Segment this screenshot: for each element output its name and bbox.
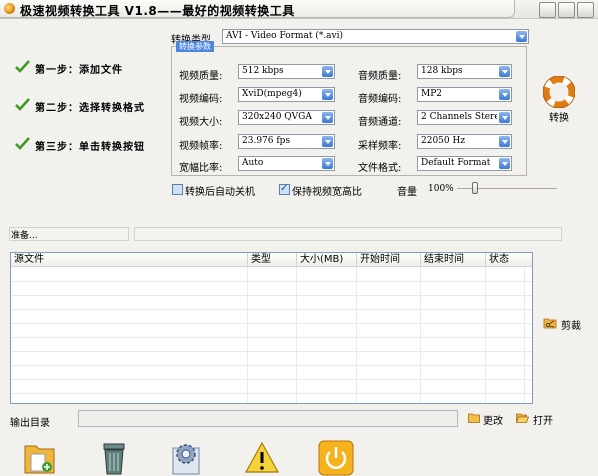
file-list[interactable]: 源文件 类型 大小(MB) 开始时间 结束时间 状态 — [10, 252, 533, 404]
power-icon[interactable] — [318, 440, 354, 476]
volume-label: 音量 — [397, 187, 417, 198]
video-quality-select[interactable]: 512 kbps — [238, 64, 335, 79]
sample-rate-label: 采样频率: — [358, 141, 402, 152]
shutdown-checkbox[interactable] — [172, 184, 183, 195]
open-folder-icon — [516, 413, 529, 423]
maximize-button[interactable] — [558, 2, 575, 18]
column-header-status[interactable]: 状态 — [486, 253, 532, 267]
convert-type-select[interactable]: AVI - Video Format (*.avi) — [222, 29, 529, 44]
params-legend: 转换参数 — [176, 41, 214, 52]
video-quality-label: 视频质量: — [179, 71, 223, 82]
column-header-source[interactable]: 源文件 — [11, 253, 248, 267]
audio-codec-label: 音频编码: — [358, 94, 402, 105]
column-header-size[interactable]: 大小(MB) — [297, 253, 357, 267]
volume-value: 100% — [428, 184, 454, 194]
audio-channels-label: 音频通道: — [358, 117, 402, 128]
status-text: 准备... — [11, 231, 38, 241]
minimize-button[interactable] — [539, 2, 556, 18]
volume-slider[interactable] — [472, 182, 478, 194]
scissors-folder-icon — [543, 318, 557, 329]
chevron-down-icon — [499, 89, 510, 100]
trash-icon[interactable] — [96, 440, 132, 476]
close-button[interactable] — [577, 2, 594, 18]
output-dir-label: 输出目录 — [10, 418, 50, 429]
app-logo-icon — [4, 3, 15, 14]
output-dir-input[interactable] — [78, 410, 458, 427]
chevron-down-icon — [499, 136, 510, 147]
video-size-label: 视频大小: — [179, 117, 223, 128]
gear-icon[interactable] — [168, 440, 204, 476]
keep-aspect-label: 保持视频宽高比 — [292, 187, 362, 198]
video-size-select[interactable]: 320x240 QVGA — [238, 110, 335, 125]
column-header-start[interactable]: 开始时间 — [357, 253, 421, 267]
aspect-ratio-select[interactable]: Auto — [238, 156, 335, 171]
video-codec-label: 视频编码: — [179, 94, 223, 105]
warning-icon[interactable] — [244, 440, 280, 476]
file-format-select[interactable]: Default Format — [417, 156, 512, 171]
video-fps-label: 视频帧率: — [179, 141, 223, 152]
column-header-type[interactable]: 类型 — [248, 253, 297, 267]
chevron-down-icon — [499, 158, 510, 169]
chevron-down-icon — [322, 112, 333, 123]
chevron-down-icon — [322, 89, 333, 100]
audio-quality-label: 音频质量: — [358, 71, 402, 82]
step-3-label: 第三步：单击转换按钮 — [35, 142, 145, 153]
audio-codec-select[interactable]: MP2 — [417, 87, 512, 102]
step-1-label: 第一步：添加文件 — [35, 65, 123, 76]
folder-add-icon[interactable] — [22, 440, 58, 476]
chevron-down-icon — [499, 112, 510, 123]
checkmark-icon — [15, 137, 30, 150]
open-dir-button[interactable]: 打开 — [516, 411, 556, 427]
chevron-down-icon — [322, 158, 333, 169]
change-dir-button[interactable]: 更改 — [468, 411, 508, 427]
video-codec-select[interactable]: XviD(mpeg4) — [238, 87, 335, 102]
sample-rate-select[interactable]: 22050 Hz — [417, 134, 512, 149]
cut-button[interactable]: 剪裁 — [543, 316, 587, 332]
aspect-ratio-label: 宽幅比率: — [179, 163, 223, 174]
video-fps-select[interactable]: 23.976 fps — [238, 134, 335, 149]
convert-button[interactable]: 转换 — [541, 76, 577, 124]
chevron-down-icon — [499, 66, 510, 77]
checkmark-icon — [15, 98, 30, 111]
audio-quality-select[interactable]: 128 kbps — [417, 64, 512, 79]
folder-icon — [468, 413, 480, 423]
lifebuoy-icon — [543, 76, 575, 108]
file-format-label: 文件格式: — [358, 163, 402, 174]
window-title: 极速视频转换工具 V1.8——最好的视频转换工具 — [20, 4, 295, 18]
keep-aspect-checkbox[interactable] — [279, 183, 290, 195]
chevron-down-icon — [322, 66, 333, 77]
column-header-end[interactable]: 结束时间 — [421, 253, 486, 267]
checkmark-icon — [15, 60, 30, 73]
progress-bar — [134, 227, 562, 241]
chevron-down-icon — [516, 31, 527, 42]
chevron-down-icon — [322, 136, 333, 147]
audio-channels-select[interactable]: 2 Channels Stereo — [417, 110, 512, 125]
step-2-label: 第二步：选择转换格式 — [35, 103, 145, 114]
shutdown-label: 转换后自动关机 — [185, 187, 255, 198]
